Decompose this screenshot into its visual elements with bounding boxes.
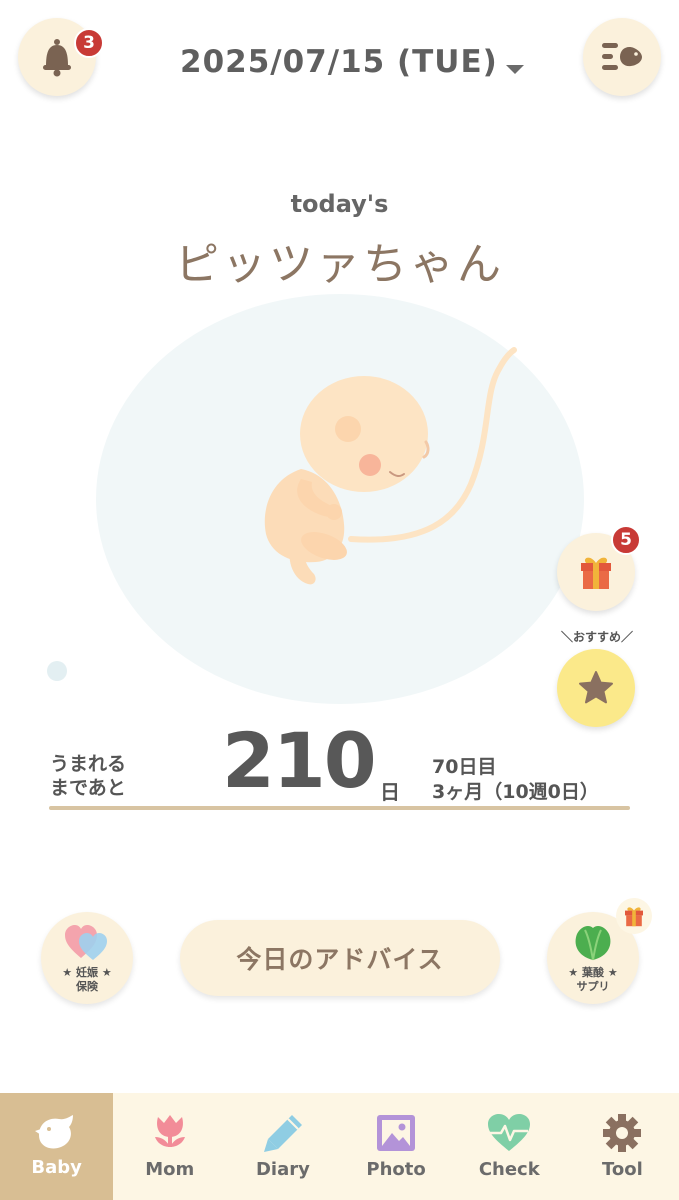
baby-name: ピッツァちゃん (175, 239, 504, 290)
tab-mom[interactable]: Mom (113, 1093, 226, 1200)
bottom-tab-bar: Baby Mom Diary Photo Check Tool (0, 1093, 679, 1200)
days-remaining: 210 (222, 716, 377, 805)
pregnancy-insurance-button[interactable]: ★ 妊娠 ★ 保険 (41, 912, 133, 1004)
hearts-icon (65, 925, 107, 960)
current-date: 2025/07/15 (TUE) (180, 44, 498, 80)
tab-tool[interactable]: Tool (566, 1093, 679, 1200)
recommend-label: ＼おすすめ／ (560, 630, 633, 644)
countdown-divider (49, 806, 630, 810)
star-icon (579, 671, 613, 704)
days-unit: 日 (380, 780, 400, 804)
bell-icon (43, 39, 71, 77)
supplement-label-line2: サプリ (576, 980, 610, 993)
gift-count-badge: 5 (611, 525, 641, 555)
tab-check-label: Check (478, 1159, 540, 1180)
notification-count-badge: 3 (74, 28, 104, 58)
tab-diary[interactable]: Diary (226, 1093, 339, 1200)
tab-tool-label: Tool (602, 1159, 643, 1180)
tab-mom-label: Mom (145, 1159, 195, 1180)
tulip-icon (154, 1115, 185, 1147)
bird-icon (34, 1115, 73, 1149)
gift-icon (581, 557, 611, 589)
menu-button[interactable] (583, 18, 661, 96)
fetus-illustration (264, 347, 517, 585)
menu-icon (602, 43, 642, 70)
tab-photo-label: Photo (366, 1159, 426, 1180)
tab-photo[interactable]: Photo (340, 1093, 453, 1200)
pregnancy-day-count: 70日目 (432, 756, 497, 778)
remaining-label: うまれる まであと (50, 752, 126, 800)
gift-icon (625, 907, 643, 927)
heart-pulse-icon (488, 1114, 531, 1151)
tab-diary-label: Diary (255, 1159, 310, 1180)
remaining-label-line2: まであと (50, 777, 126, 799)
leaf-icon (575, 926, 611, 961)
insurance-label-line2: 保険 (76, 980, 98, 993)
date-selector[interactable]: 2025/07/15 (TUE) (180, 40, 524, 84)
gear-icon (603, 1114, 642, 1152)
pencil-icon (263, 1115, 302, 1152)
pregnancy-week-count: 3ヶ月（10週0日） (432, 781, 599, 803)
photo-icon (377, 1115, 416, 1151)
tab-baby[interactable]: Baby (0, 1093, 114, 1200)
caret-down-icon (505, 64, 524, 74)
insurance-label-line1: ★ 妊娠 ★ (62, 966, 112, 979)
decorative-dot (47, 661, 67, 681)
tab-baby-label: Baby (31, 1157, 82, 1178)
remaining-label-line1: うまれる (50, 753, 127, 775)
gift-button[interactable]: 5 (557, 525, 641, 611)
tab-check[interactable]: Check (453, 1093, 566, 1200)
supplement-label-line1: ★ 葉酸 ★ (568, 966, 618, 979)
todays-advice-button[interactable]: 今日のアドバイス (180, 920, 500, 996)
notifications-button[interactable]: 3 (18, 18, 104, 96)
supplement-gift-badge (616, 898, 652, 934)
recommend-button[interactable] (557, 649, 635, 727)
todays-label: today's (290, 190, 389, 218)
